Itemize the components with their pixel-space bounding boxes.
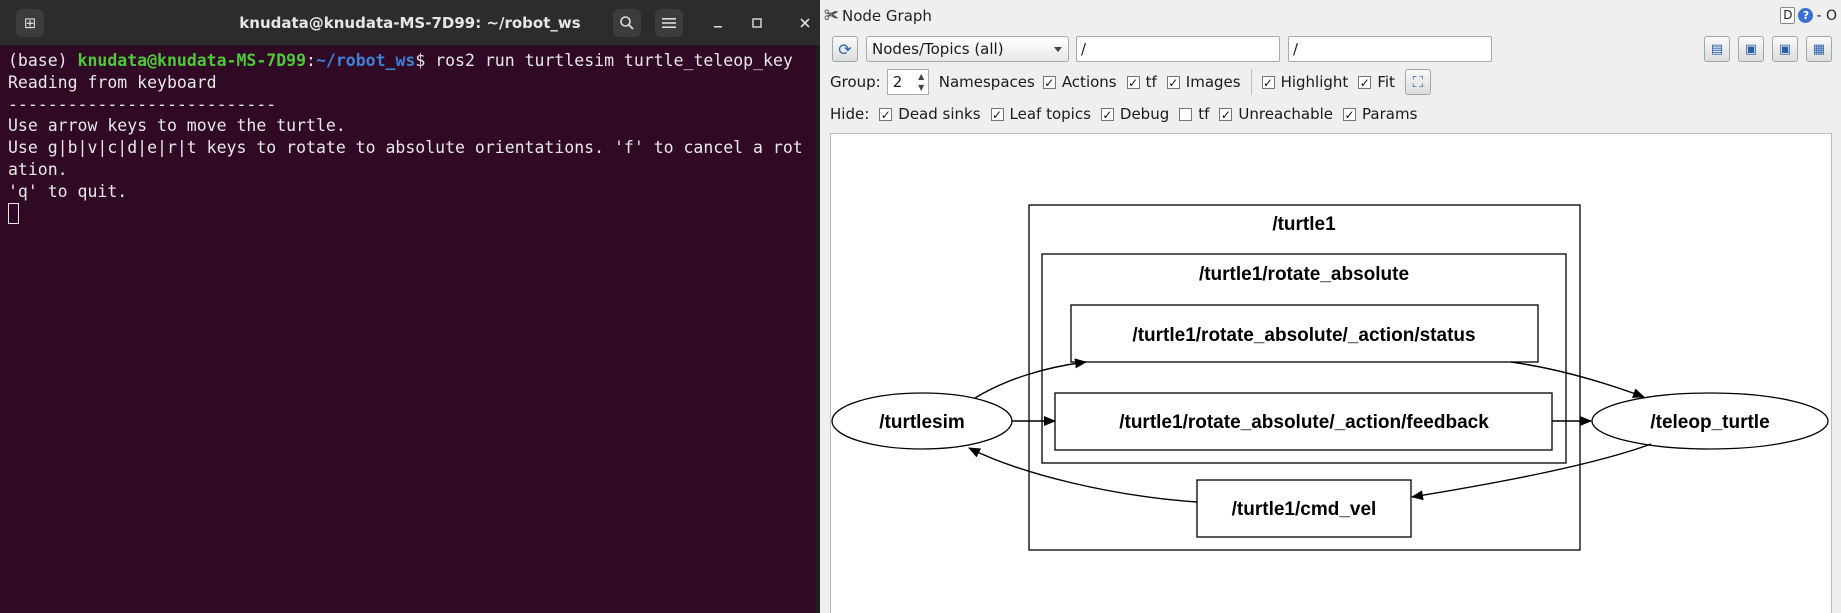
load-dot-button[interactable]: ▤ [1704,36,1730,62]
save-icon: ▣ [1744,41,1758,57]
namespace-label-turtle1: /turtle1 [1272,214,1336,235]
options-row: Group: 2 ▲ ▼ Namespaces ✓ Actions ✓ tf ✓ Ima… [830,69,1431,95]
hide-tf-label: tf [1198,105,1210,123]
node-label-teleop-turtle: /teleop_turtle [1650,412,1769,433]
leaf-topics-label: Leaf topics [1009,105,1091,123]
node-graph-title: Node Graph [842,7,932,25]
actions-checkbox[interactable]: ✓ [1042,75,1056,89]
graph-svg[interactable]: /turtle1 /turtle1/rotate_absolute /turtl… [831,134,1833,613]
prompt-separator: : [306,51,316,70]
dead-sinks-label: Dead sinks [898,105,981,123]
chevron-down-icon [1054,47,1062,52]
search-icon [620,16,634,30]
debug-checkbox[interactable]: ✓ [1100,107,1114,121]
edge-teleop-to-cmd-vel [1411,443,1652,501]
minimize-icon [714,26,722,28]
prompt-env: (base) [8,51,78,70]
prompt-path: ~/robot_ws [315,51,416,70]
fit-label: Fit [1377,73,1395,91]
output-line: ation. [8,159,68,179]
unreachable-checkbox[interactable]: ✓ [1219,107,1233,121]
refresh-button[interactable]: ⟳ [832,36,858,62]
terminal-title: knudata@knudata-MS-7D99: ~/robot_ws [239,14,581,32]
maximize-button[interactable] [743,9,771,37]
hide-label: Hide: [830,105,870,123]
namespace-label-rotate-absolute: /turtle1/rotate_absolute [1199,264,1409,285]
dock-badge[interactable]: D [1780,7,1796,24]
fit-view-icon: ⛶ [1412,73,1424,91]
output-line: Reading from keyboard [8,72,217,92]
actions-label: Actions [1061,73,1117,91]
save-image-button[interactable]: ▦ [1806,36,1832,62]
minimize-button[interactable] [704,9,732,37]
terminal-output[interactable]: (base) knudata@knudata-MS-7D99:~/robot_w… [8,50,816,225]
highlight-label: Highlight [1280,73,1349,91]
topic-label-feedback: /turtle1/rotate_absolute/_action/feedbac… [1119,412,1489,433]
maximize-icon [752,18,762,28]
fit-in-view-button[interactable]: ⛶ [1404,69,1431,95]
namespaces-label: Namespaces [938,73,1035,91]
graph-canvas[interactable]: /turtle1 /turtle1/rotate_absolute /turtl… [830,133,1832,613]
output-line: Use g|b|v|c|d|e|r|t keys to rotate to ab… [8,138,803,158]
new-tab-button[interactable]: ⊞ [16,9,44,37]
prompt-line: (base) knudata@knudata-MS-7D99:~/robot_w… [8,50,816,72]
title-trail[interactable]: - O [1816,8,1837,24]
menu-button[interactable] [655,9,683,37]
hide-row: Hide: ✓ Dead sinks ✓ Leaf topics ✓ Debug tf… [830,102,1417,126]
node-filter-input[interactable] [1076,36,1280,62]
prompt-end: $ [415,51,436,70]
graph-mode-value: Nodes/Topics (all) [872,40,1004,58]
node-graph-window[interactable]: ✀ Node Graph D ? - O ⟳ Nodes/Topics (all… [820,0,1841,613]
hide-tf-checkbox[interactable] [1179,107,1193,121]
params-checkbox[interactable]: ✓ [1343,107,1357,121]
topic-label-cmd-vel: /turtle1/cmd_vel [1232,499,1377,520]
image-icon: ▦ [1812,41,1826,57]
params-label: Params [1362,105,1418,123]
save-svg-button[interactable]: ▣ [1772,36,1798,62]
topic-label-status: /turtle1/rotate_absolute/_action/status [1132,325,1475,346]
output-line: Use arrow keys to move the turtle. [8,116,346,136]
new-tab-icon: ⊞ [23,14,37,32]
debug-label: Debug [1119,105,1170,123]
title-controls: D ? - O [1780,7,1837,24]
images-label: Images [1185,73,1241,91]
topic-filter-input[interactable] [1288,36,1492,62]
highlight-checkbox[interactable]: ✓ [1261,75,1275,89]
cursor-line [8,202,816,226]
tf-checkbox[interactable]: ✓ [1126,75,1140,89]
group-spinbox[interactable]: 2 ▲ ▼ [886,69,929,95]
edge-cmd-vel-to-turtlesim [968,447,1198,503]
fit-checkbox[interactable]: ✓ [1358,75,1372,89]
hamburger-menu-icon [662,18,676,28]
group-label: Group: [830,73,881,91]
output-line: --------------------------- [8,94,277,114]
tf-label: tf [1145,73,1157,91]
toolbar-separator [1250,69,1252,95]
graph-mode-select[interactable]: Nodes/Topics (all) [866,36,1069,62]
help-icon[interactable]: ? [1798,8,1814,23]
edge-status-to-teleop [1510,361,1645,398]
folder-icon: ▤ [1710,41,1724,57]
terminal-titlebar[interactable]: ⊞ knudata@knudata-MS-7D99: ~/robot_ws [0,0,820,46]
close-button[interactable] [791,9,819,37]
leaf-topics-checkbox[interactable]: ✓ [990,107,1004,121]
refresh-icon: ⟳ [838,39,852,59]
dead-sinks-checkbox[interactable]: ✓ [879,107,893,121]
output-line: 'q' to quit. [8,181,128,201]
images-checkbox[interactable]: ✓ [1166,75,1180,89]
wrench-icon: ✀ [824,6,839,24]
prompt-user: knudata@knudata-MS-7D99 [77,51,307,70]
group-value: 2 [892,73,903,91]
save-svg-icon: ▣ [1778,41,1792,57]
terminal-window[interactable]: ⊞ knudata@knudata-MS-7D99: ~/robot_ws (b… [0,0,820,613]
unreachable-label: Unreachable [1238,105,1334,123]
search-button[interactable] [613,9,641,37]
spin-arrows-icon[interactable]: ▲ ▼ [916,71,927,93]
close-icon [800,18,810,28]
node-label-turtlesim: /turtlesim [879,412,965,433]
command-text: ros2 run turtlesim turtle_teleop_key [435,51,793,70]
save-dot-button[interactable]: ▣ [1738,36,1764,62]
terminal-cursor [8,202,19,224]
